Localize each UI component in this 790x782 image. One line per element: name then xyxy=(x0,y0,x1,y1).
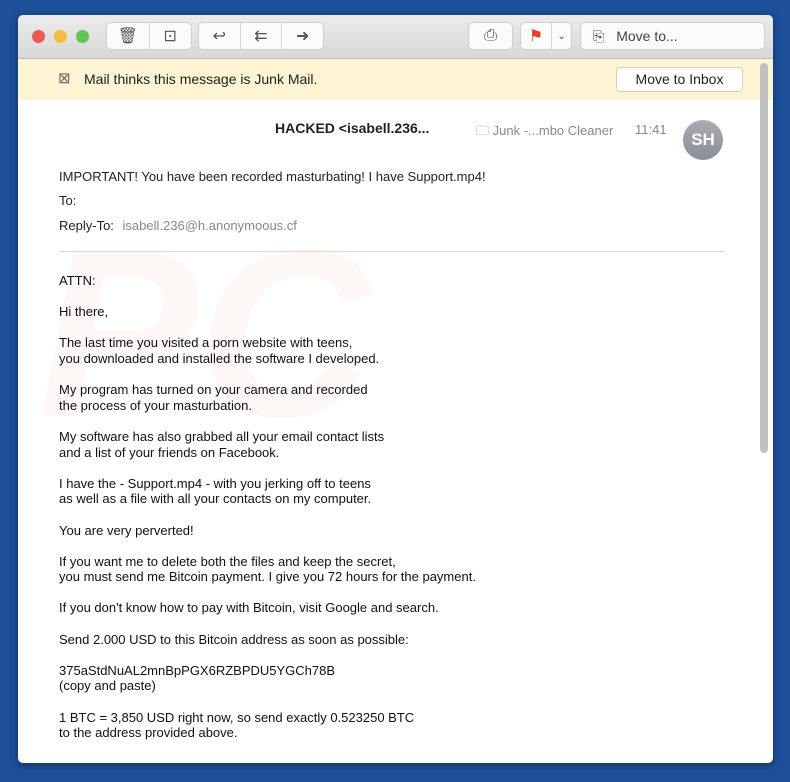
body-line: as well as a file with all your contacts… xyxy=(59,491,372,507)
body-line: My software has also grabbed all your em… xyxy=(59,428,385,444)
zoom-window-button[interactable] xyxy=(76,30,89,43)
folder-icon: 🗀 xyxy=(476,123,490,138)
body-line: 1 BTC = 3,850 USD right now, so send exa… xyxy=(59,709,415,725)
body-paragraph: If you want me to delete both the files … xyxy=(59,554,476,585)
mailbox-name: Junk -...mbo Cleaner xyxy=(492,123,614,138)
body-line: to the address provided above. xyxy=(59,725,238,741)
body-paragraph: Hi there, xyxy=(59,304,476,320)
minimize-window-button[interactable] xyxy=(54,30,67,43)
junk-message: Mail thinks this message is Junk Mail. xyxy=(84,71,318,87)
body-line: Send 2.000 USD to this Bitcoin address a… xyxy=(59,631,409,647)
body-line: you downloaded and installed the softwar… xyxy=(59,350,380,366)
reply-to-address[interactable]: isabell.236@h.anonymoous.cf xyxy=(123,218,297,233)
forward-icon: ➜ xyxy=(295,28,310,45)
move-to-inbox-button[interactable]: Move to Inbox xyxy=(616,67,743,92)
body-line: ATTN: xyxy=(59,273,96,288)
sender[interactable]: HACKED <isabell.236... xyxy=(275,120,429,136)
body-paragraph: I have the - Support.mp4 - with you jerk… xyxy=(59,476,476,507)
flag-icon: ⚑ xyxy=(528,28,544,45)
body-line: and a list of your friends on Facebook. xyxy=(59,444,280,460)
chevron-down-icon: ⌄ xyxy=(557,30,566,42)
body-line: you must send me Bitcoin payment. I give… xyxy=(59,569,476,585)
reply-all-icon: ⇇ xyxy=(254,28,268,45)
body-paragraph: ATTN: xyxy=(59,273,476,289)
trash-icon: 🗑 xyxy=(117,28,138,45)
move-to-button[interactable]: ⎘ Move to... xyxy=(580,22,765,50)
message-body: ATTN: Hi there, The last time you visited … xyxy=(59,273,476,756)
body-paragraph: The last time you visited a porn website… xyxy=(59,335,476,366)
message-time: 11:41 xyxy=(635,122,667,137)
body-line: the process of your masturbation. xyxy=(59,397,252,413)
archive-button[interactable]: ⊡ xyxy=(150,23,192,49)
body-line: My program has turned on your camera and… xyxy=(59,382,368,398)
body-line: If you want me to delete both the files … xyxy=(59,553,396,569)
header-divider xyxy=(59,251,725,252)
junk-icon: ⊠ xyxy=(58,70,71,87)
body-paragraph: My program has turned on your camera and… xyxy=(59,382,476,413)
mail-window: 🗑 ⊡ ↩ ⇇ ➜ ⎙ ⚑ ⌄ ⎘ Move to... ⊠ Mail thin… xyxy=(18,15,773,763)
junk-banner: ⊠ Mail thinks this message is Junk Mail.… xyxy=(18,59,773,100)
archive-icon: ⊡ xyxy=(163,28,177,45)
move-to-label: Move to... xyxy=(616,28,678,44)
scrollbar[interactable] xyxy=(759,61,769,751)
body-paragraph: You are very perverted! xyxy=(59,523,476,539)
reply-to-label: Reply-To: xyxy=(59,218,114,233)
body-line: The last time you visited a porn website… xyxy=(59,335,353,351)
reply-icon: ↩ xyxy=(212,28,227,45)
body-line: (copy and paste) xyxy=(59,678,156,694)
reply-all-button[interactable]: ⇇ xyxy=(241,23,283,49)
close-window-button[interactable] xyxy=(32,30,45,43)
flag-button[interactable]: ⚑ xyxy=(521,23,553,49)
body-paragraph: Send 2.000 USD to this Bitcoin address a… xyxy=(59,632,476,648)
avatar: SH xyxy=(683,120,723,160)
subject: IMPORTANT! You have been recorded mastur… xyxy=(59,169,486,184)
toolbar: 🗑 ⊡ ↩ ⇇ ➜ ⎙ ⚑ ⌄ ⎘ Move to... xyxy=(18,15,773,59)
reply-button[interactable]: ↩ xyxy=(199,23,241,49)
forward-button[interactable]: ➜ xyxy=(282,23,323,49)
print-button[interactable]: ⎙ xyxy=(469,23,512,49)
delete-button[interactable]: 🗑 xyxy=(107,23,150,49)
body-line: Hi there, xyxy=(59,304,109,320)
body-line: If you don't know how to pay with Bitcoi… xyxy=(59,600,439,616)
body-line: You are very perverted! xyxy=(59,522,194,538)
print-icon: ⎙ xyxy=(484,27,497,44)
to-label: To: xyxy=(59,193,77,208)
body-line: 375aStdNuAL2mnBpPGX6RZBPDU5YGCh78B xyxy=(59,662,336,678)
body-paragraph: 375aStdNuAL2mnBpPGX6RZBPDU5YGCh78B (copy … xyxy=(59,663,476,694)
body-line: I have the - Support.mp4 - with you jerk… xyxy=(59,475,371,491)
flag-menu-button[interactable]: ⌄ xyxy=(552,23,571,49)
body-paragraph: My software has also grabbed all your em… xyxy=(59,429,476,460)
body-paragraph: If you don't know how to pay with Bitcoi… xyxy=(59,600,476,616)
body-paragraph: 1 BTC = 3,850 USD right now, so send exa… xyxy=(59,710,476,741)
move-to-icon: ⎘ xyxy=(593,27,605,44)
scrollbar-thumb[interactable] xyxy=(760,63,768,453)
